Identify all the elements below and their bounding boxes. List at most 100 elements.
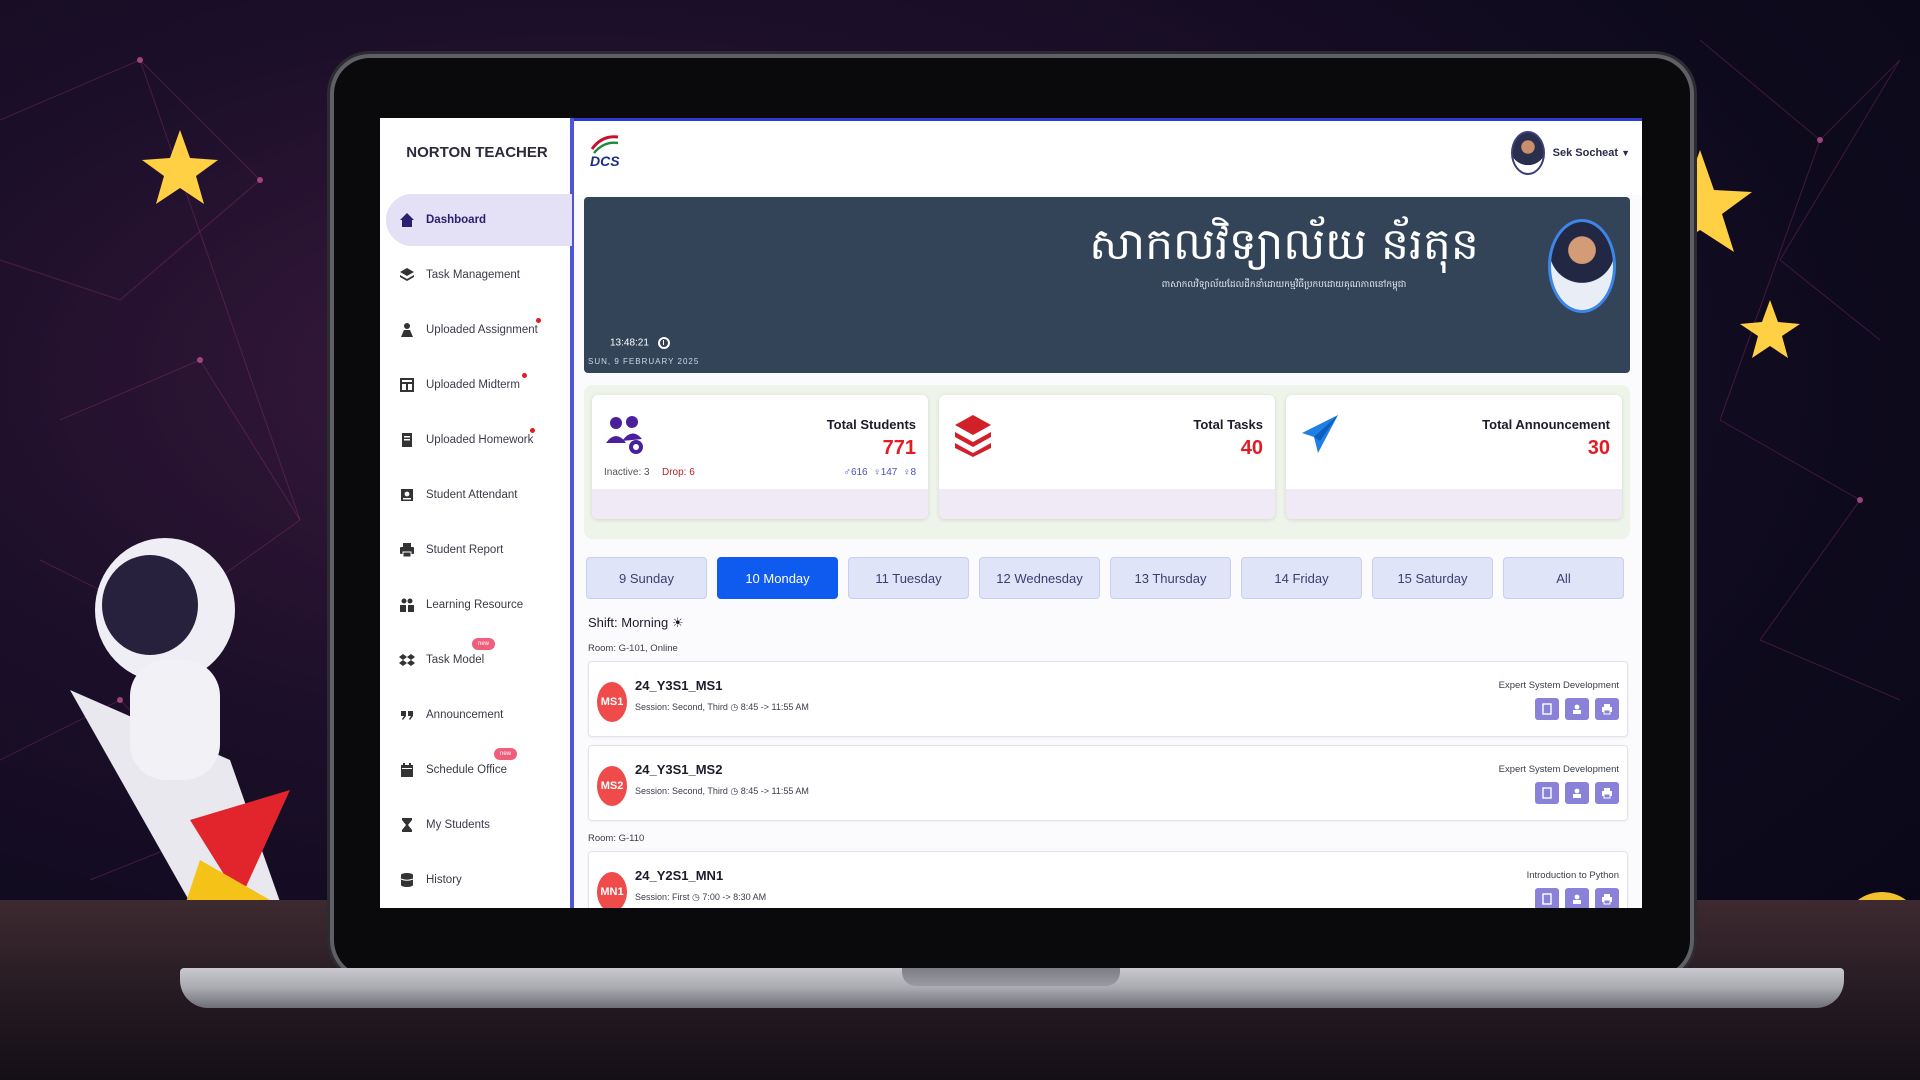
- sidebar-item-history[interactable]: History: [386, 854, 572, 906]
- sidebar-brand: NORTON TEACHER: [406, 144, 548, 161]
- sidebar: NORTON TEACHER Dashboard Task Management…: [380, 118, 574, 908]
- class-session: Session: Second, Third ◷ 8:45 -> 11:55 A…: [635, 702, 809, 712]
- class-session: Session: Second, Third ◷ 8:45 -> 11:55 A…: [635, 786, 809, 796]
- tab-wednesday[interactable]: 12 Wednesday: [979, 557, 1100, 599]
- user-upload-icon: [396, 319, 418, 341]
- tab-tuesday[interactable]: 11 Tuesday: [848, 557, 969, 599]
- laptop-notch: [902, 968, 1120, 986]
- date-readout: SUN, 9 FEBRUARY 2025: [588, 357, 700, 366]
- tab-friday[interactable]: 14 Friday: [1241, 557, 1362, 599]
- sidebar-item-label: My Students: [426, 819, 490, 831]
- sidebar-item-schedule-office[interactable]: Schedule Office new: [386, 744, 572, 796]
- tab-thursday[interactable]: 13 Thursday: [1110, 557, 1231, 599]
- sidebar-item-announcement[interactable]: Announcement: [386, 689, 572, 741]
- tab-monday[interactable]: 10 Monday: [717, 557, 838, 599]
- inactive-count: Inactive: 3: [604, 467, 650, 478]
- sidebar-item-learning-resource[interactable]: Learning Resource: [386, 579, 572, 631]
- sidebar-item-student-attendant[interactable]: Student Attendant: [386, 469, 572, 521]
- stat-label: Total Tasks: [1193, 417, 1263, 432]
- male-count: ♂616: [843, 467, 868, 478]
- user-name: Sek Socheat: [1552, 147, 1619, 159]
- tab-saturday[interactable]: 15 Saturday: [1372, 557, 1493, 599]
- students-button[interactable]: [1565, 698, 1589, 720]
- laptop-screen: NORTON TEACHER Dashboard Task Management…: [380, 118, 1642, 908]
- document-icon: [1542, 787, 1552, 799]
- user-icon: [1573, 788, 1581, 798]
- class-card[interactable]: MS2 24_Y3S1_MS2 Session: Second, Third ◷…: [588, 745, 1628, 821]
- class-card[interactable]: MS1 24_Y3S1_MS1 Session: Second, Third ◷…: [588, 661, 1628, 737]
- sidebar-item-label: Announcement: [426, 709, 504, 721]
- tab-sunday[interactable]: 9 Sunday: [586, 557, 707, 599]
- class-actions: [1535, 782, 1619, 804]
- time-text: 13:48:21: [610, 337, 649, 349]
- clock-readout: 13:48:21: [610, 337, 670, 349]
- class-card[interactable]: MN1 24_Y2S1_MN1 Session: First ◷ 7:00 ->…: [588, 851, 1628, 908]
- dcs-logo[interactable]: DCS: [588, 133, 622, 173]
- main-content: DCS Sek Socheat ▼ សាកលវិទ្យាល័យ ន័រតុន ព…: [574, 118, 1642, 908]
- user-menu[interactable]: Sek Socheat ▼: [1510, 131, 1630, 175]
- sidebar-item-task-management[interactable]: Task Management: [386, 249, 572, 301]
- document-icon: [1542, 893, 1552, 905]
- stats-panel: Total Students 771 Inactive: 3 Drop: 6 ♂…: [584, 385, 1630, 539]
- sidebar-item-student-report[interactable]: Student Report: [386, 524, 572, 576]
- sidebar-item-label: Dashboard: [426, 214, 487, 226]
- quote-icon: [396, 704, 418, 726]
- logo-text: DCS: [590, 153, 620, 169]
- stat-value: 30: [1587, 437, 1610, 459]
- topbar: DCS Sek Socheat ▼: [574, 121, 1642, 195]
- sidebar-item-label: Uploaded Homework: [426, 434, 534, 446]
- stat-label: Total Announcement: [1482, 417, 1610, 432]
- users-gear-icon: [604, 413, 648, 457]
- sidebar-item-label: Learning Resource: [426, 599, 524, 611]
- print-button[interactable]: [1595, 888, 1619, 908]
- sidebar-item-task-model[interactable]: Task Model new: [386, 634, 572, 686]
- total-tasks-card[interactable]: Total Tasks 40: [939, 395, 1275, 519]
- total-announcement-card[interactable]: Total Announcement 30: [1286, 395, 1622, 519]
- sidebar-item-label: Schedule Office: [426, 764, 507, 776]
- sidebar-item-uploaded-midterm[interactable]: Uploaded Midterm: [386, 359, 572, 411]
- view-button[interactable]: [1535, 888, 1559, 908]
- tab-all[interactable]: All: [1503, 557, 1624, 599]
- class-subject: Expert System Development: [1498, 764, 1619, 775]
- university-banner: សាកលវិទ្យាល័យ ន័រតុន ពាសាកលវិទ្យាល័យដែលដ…: [584, 197, 1630, 373]
- other-count: ♀8: [902, 467, 916, 478]
- room-label: Room: G-110: [588, 833, 645, 844]
- sidebar-item-label: Uploaded Assignment: [426, 324, 538, 336]
- view-button[interactable]: [1535, 698, 1559, 720]
- document-icon: [396, 429, 418, 451]
- students-button[interactable]: [1565, 888, 1589, 908]
- user-avatar: [1510, 131, 1545, 175]
- shift-label: Shift: Morning ☀: [588, 615, 684, 630]
- sidebar-item-my-students[interactable]: My Students: [386, 799, 572, 851]
- calendar-icon: [396, 759, 418, 781]
- table-icon: [396, 374, 418, 396]
- attendance-icon: [396, 484, 418, 506]
- students-button[interactable]: [1565, 782, 1589, 804]
- female-count: ♀147: [873, 467, 898, 478]
- gender-breakdown: ♂616 ♀147 ♀8: [843, 467, 916, 478]
- sidebar-item-uploaded-homework[interactable]: Uploaded Homework: [386, 414, 572, 466]
- card-footer: [939, 489, 1275, 519]
- notification-dot: [536, 318, 541, 323]
- sidebar-item-uploaded-assignment[interactable]: Uploaded Assignment: [386, 304, 572, 356]
- view-button[interactable]: [1535, 782, 1559, 804]
- total-students-card[interactable]: Total Students 771 Inactive: 3 Drop: 6 ♂…: [592, 395, 928, 519]
- dropbox-icon: [396, 649, 418, 671]
- class-subject: Introduction to Python: [1526, 870, 1619, 881]
- sidebar-item-dashboard[interactable]: Dashboard: [386, 194, 572, 246]
- card-footer: [592, 489, 928, 519]
- clock-icon: [657, 337, 670, 349]
- print-button[interactable]: [1595, 698, 1619, 720]
- day-tabs: 9 Sunday 10 Monday 11 Tuesday 12 Wednesd…: [586, 557, 1630, 601]
- user-icon: [1573, 894, 1581, 904]
- printer-icon: [1602, 788, 1612, 799]
- banner-title: សាកលវិទ្យាល័យ ន័រតុន: [1089, 219, 1479, 270]
- drop-count: Drop: 6: [662, 467, 695, 478]
- class-avatar: MN1: [597, 872, 627, 908]
- class-code: 24_Y2S1_MN1: [635, 868, 724, 883]
- notification-dot: [522, 373, 527, 378]
- class-avatar: MS2: [597, 766, 627, 806]
- document-icon: [1542, 703, 1552, 715]
- class-avatar: MS1: [597, 682, 627, 722]
- print-button[interactable]: [1595, 782, 1619, 804]
